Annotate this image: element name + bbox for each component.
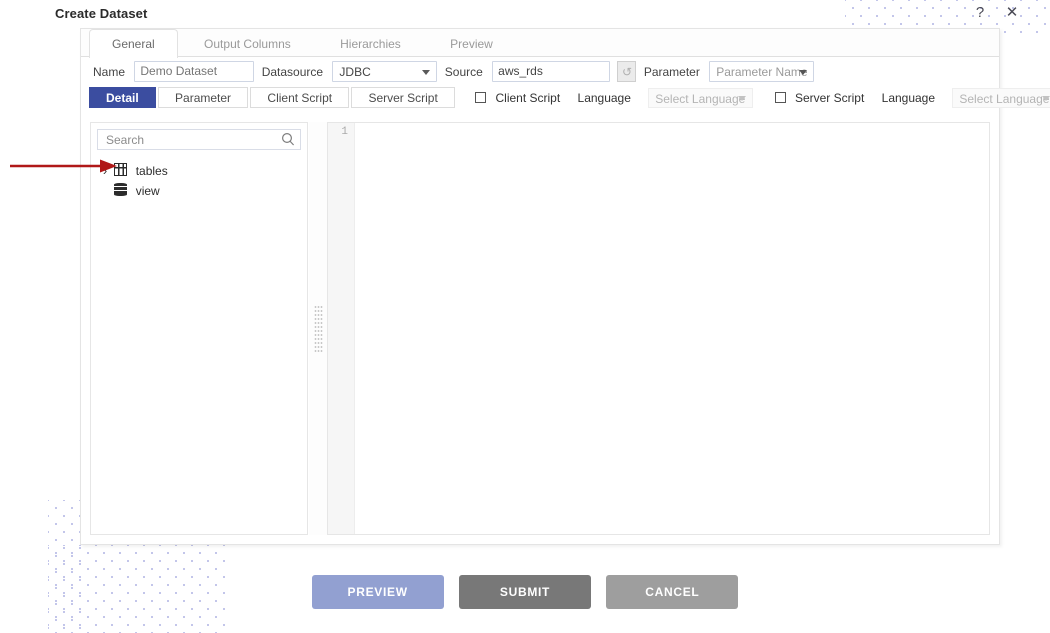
server-script-label: Server Script xyxy=(794,90,865,105)
panel-splitter[interactable] xyxy=(309,122,327,535)
parameter-name-value: Parameter Name xyxy=(716,65,808,79)
tree-node-label: tables xyxy=(135,163,168,178)
client-script-checkbox[interactable] xyxy=(475,92,487,103)
tab-hierarchies[interactable]: Hierarchies xyxy=(317,29,424,57)
editor-line-number-gutter: 1 xyxy=(328,123,355,534)
tree-node-label: view xyxy=(135,183,160,198)
server-script-checkbox[interactable] xyxy=(774,92,786,103)
dialog-body: › tables view 1 xyxy=(90,122,990,535)
line-number: 1 xyxy=(341,126,348,138)
tree-node-tables[interactable]: › tables xyxy=(99,160,307,180)
refresh-icon[interactable]: ↺ xyxy=(617,61,637,82)
cancel-button[interactable]: CANCEL xyxy=(606,575,739,609)
client-script-label: Client Script xyxy=(495,90,561,105)
search-icon[interactable] xyxy=(281,132,295,147)
datasource-select-value: JDBC xyxy=(339,65,371,79)
tree-node-view[interactable]: view xyxy=(99,180,307,200)
subtab-server-script[interactable]: Server Script xyxy=(351,87,455,108)
dialog-footer: PREVIEW SUBMIT CANCEL xyxy=(0,575,1050,609)
decorative-dot-pattern-left xyxy=(48,500,82,633)
name-label: Name xyxy=(93,64,126,79)
name-input[interactable] xyxy=(134,61,255,82)
subtab-client-script[interactable]: Client Script xyxy=(250,87,350,108)
create-dataset-dialog: General Output Columns Hierarchies Previ… xyxy=(80,28,1050,545)
datasource-select[interactable]: JDBC xyxy=(332,61,438,82)
server-script-option-group: Server Script Language Select Language xyxy=(774,87,1050,108)
sql-editor-panel: 1 xyxy=(327,122,990,535)
subtab-parameter[interactable]: Parameter xyxy=(158,87,249,108)
editor-code-area[interactable] xyxy=(356,123,989,534)
chevron-down-icon xyxy=(1042,95,1050,101)
source-input[interactable] xyxy=(492,61,611,82)
chevron-down-icon xyxy=(738,95,747,101)
tab-bar: General Output Columns Hierarchies Previ… xyxy=(81,29,999,58)
search-input[interactable] xyxy=(104,130,276,151)
client-language-label: Language xyxy=(577,90,631,105)
subtab-detail[interactable]: Detail xyxy=(89,87,156,108)
help-icon[interactable]: ? xyxy=(970,3,990,23)
server-language-select[interactable]: Select Language xyxy=(952,87,1050,108)
client-language-select[interactable]: Select Language xyxy=(648,87,754,108)
datasource-label: Datasource xyxy=(261,64,324,79)
client-language-value: Select Language xyxy=(655,91,746,106)
search-box[interactable] xyxy=(97,129,301,151)
close-icon[interactable]: ✕ xyxy=(1002,3,1022,23)
tab-output-columns[interactable]: Output Columns xyxy=(181,29,314,57)
expand-chevron-icon[interactable]: › xyxy=(99,161,111,181)
database-icon xyxy=(114,183,128,197)
schema-tree: › tables view xyxy=(91,160,307,200)
tab-general[interactable]: General xyxy=(89,29,178,58)
schema-tree-panel: › tables view xyxy=(90,122,308,535)
preview-button[interactable]: PREVIEW xyxy=(311,575,444,609)
splitter-grip-icon[interactable] xyxy=(314,304,323,353)
client-script-option-group: Client Script Language Select Language xyxy=(475,87,754,108)
dataset-form-row: Name Datasource JDBC Source ↺ Parameter … xyxy=(81,57,999,87)
server-language-label: Language xyxy=(881,90,936,105)
chevron-down-icon xyxy=(422,69,431,75)
submit-button[interactable]: SUBMIT xyxy=(459,575,591,609)
parameter-name-select[interactable]: Parameter Name xyxy=(709,61,815,82)
page-title: Create Dataset xyxy=(55,6,148,21)
parameter-label: Parameter xyxy=(643,64,700,79)
source-label: Source xyxy=(444,64,483,79)
subtab-bar: Detail Parameter Client Script Server Sc… xyxy=(81,87,1050,113)
server-language-value: Select Language xyxy=(959,91,1050,106)
table-grid-icon xyxy=(114,163,128,177)
chevron-down-icon xyxy=(799,69,808,75)
tab-preview[interactable]: Preview xyxy=(427,29,516,57)
